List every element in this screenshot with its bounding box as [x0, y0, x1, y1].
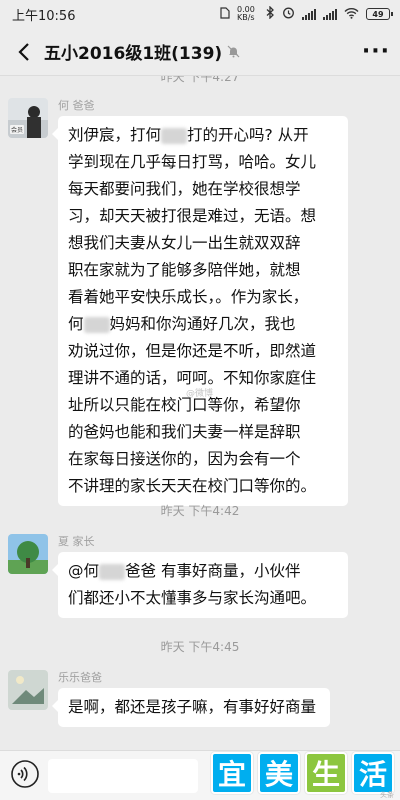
status-time: 上午10:56	[12, 8, 76, 24]
chevron-left-icon	[18, 42, 29, 61]
avatar[interactable]: 会员	[8, 98, 48, 138]
message-line: 学到现在几乎每日打骂，哈哈。女儿	[68, 153, 317, 171]
message-line: 不讲理的家长天天在校门口等你的。	[68, 477, 317, 495]
status-bar: 上午10:56 0.00 KB/s 49	[0, 0, 400, 28]
chat-area[interactable]: 昨天 下午4:27 会员 何 爸爸 刘伊宸，打何 打的开心吗? 从开 学到现在几乎…	[0, 76, 400, 750]
network-speed: 0.00 KB/s	[237, 5, 255, 22]
logo-char: 生	[305, 752, 347, 794]
wifi-icon	[344, 7, 359, 22]
timestamp-divider: 昨天 下午4:42	[160, 504, 240, 518]
back-button[interactable]	[10, 38, 38, 66]
sim-icon	[220, 6, 230, 22]
chat-message: 会员 何 爸爸 刘伊宸，打何 打的开心吗? 从开 学到现在几乎每日打骂，哈哈。女儿…	[8, 98, 348, 506]
message-line: 职在家就为了能够多陪伴她，就想	[68, 261, 301, 279]
redaction	[83, 316, 110, 333]
logo-char: 美	[258, 752, 300, 794]
sender-name: 何 爸爸	[58, 99, 95, 112]
redaction	[99, 563, 126, 580]
more-options-button[interactable]: ···	[362, 39, 390, 64]
voice-icon[interactable]	[10, 759, 40, 793]
message-line: 何妈妈和你沟通好几次，我也	[68, 315, 296, 333]
timestamp-divider: 昨天 下午4:45	[160, 640, 240, 654]
alarm-icon	[282, 6, 295, 22]
message-line: 们都还小不太懂事多与家长沟通吧。	[68, 589, 317, 607]
message-line: 习，却天天被打很是难过，无语。想	[68, 207, 317, 225]
chat-header: 五小2016级1班(139) ···	[0, 28, 400, 76]
logo: 宜 美 生 活	[211, 752, 394, 794]
signal-icon	[302, 8, 316, 20]
page-title[interactable]: 五小2016级1班(139)	[44, 39, 222, 64]
message-bubble[interactable]: @何 爸爸 有事好商量，小伙伴 们都还小不太懂事多与家长沟通吧。	[52, 552, 348, 618]
avatar-badge: 会员	[11, 126, 23, 134]
chat-message: 夏 家长 @何 爸爸 有事好商量，小伙伴 们都还小不太懂事多与家长沟通吧。	[8, 534, 348, 618]
redaction	[161, 127, 188, 144]
logo-char: 宜	[211, 752, 253, 794]
message-line: 是啊，都还是孩子嘛，有事好好商量	[68, 698, 317, 716]
logo-char: 活	[352, 752, 394, 794]
avatar[interactable]	[8, 534, 48, 574]
message-line: @何 爸爸 有事好商量，小伙伴	[68, 562, 301, 580]
battery-icon: 49	[366, 8, 393, 20]
avatar[interactable]	[8, 670, 48, 710]
sender-name: 夏 家长	[58, 535, 95, 548]
message-line: 的爸妈也能和我们夫妻一样是辞职	[68, 423, 301, 441]
logo-credit: 头条	[380, 791, 394, 799]
bell-muted-icon	[227, 45, 240, 58]
message-line: 刘伊宸，打何 打的开心吗? 从开	[68, 126, 309, 144]
bluetooth-icon	[266, 5, 275, 22]
message-bubble[interactable]: 刘伊宸，打何 打的开心吗? 从开 学到现在几乎每日打骂，哈哈。女儿 每天都要问我们…	[52, 116, 348, 506]
message-line: 劝说过你，但是你还是不听，即然道	[68, 342, 317, 360]
status-icons: 0.00 KB/s 49	[220, 5, 393, 22]
timestamp-divider: 昨天 下午4:27	[160, 76, 240, 84]
watermark: @微博	[186, 389, 214, 399]
message-line: 看着她平安快乐成长，。作为家长，	[68, 288, 309, 306]
chat-message: 乐乐爸爸 是啊，都还是孩子嘛，有事好好商量	[8, 670, 330, 727]
sender-name: 乐乐爸爸	[58, 671, 102, 684]
message-bubble[interactable]: 是啊，都还是孩子嘛，有事好好商量	[52, 688, 330, 727]
message-line: 想我们夫妻从女儿一出生就双双辞	[68, 234, 301, 252]
message-line: 每天都要问我们，她在学校很想学	[68, 180, 301, 198]
input-bar: 宜 美 生 活 头条	[0, 750, 400, 800]
message-line: 在家每日接送你的，因为会有一个	[68, 450, 301, 468]
message-input[interactable]	[48, 759, 198, 793]
signal-icon-2	[323, 8, 337, 20]
